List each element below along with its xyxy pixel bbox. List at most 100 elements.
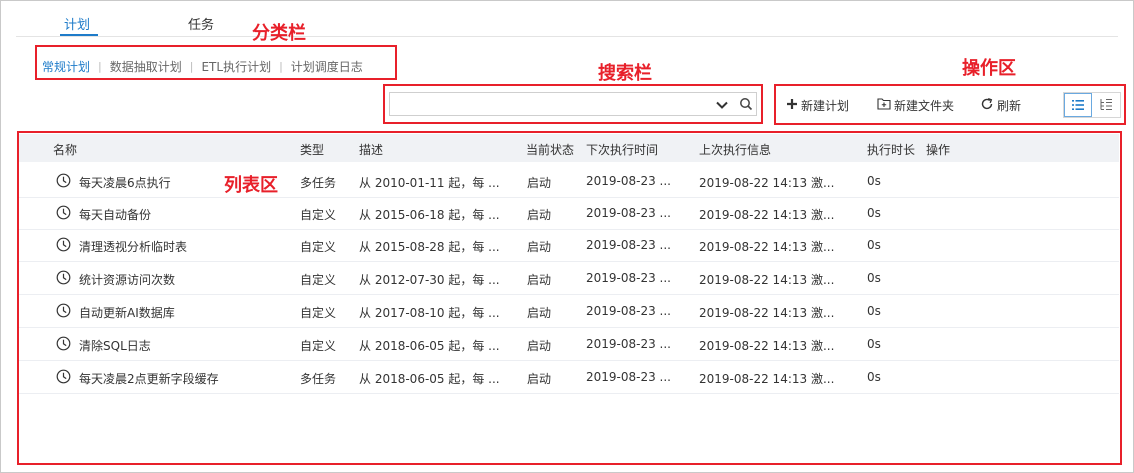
- column-header-description[interactable]: 描述: [359, 141, 383, 158]
- column-header-duration[interactable]: 执行时长: [867, 141, 915, 158]
- new-plan-button[interactable]: 新建计划: [786, 97, 849, 114]
- tree-view-button[interactable]: [1092, 93, 1120, 117]
- column-header-last-run[interactable]: 上次执行信息: [699, 141, 771, 158]
- clock-icon: [56, 205, 71, 223]
- plan-name[interactable]: 自动更新AI数据库: [79, 304, 289, 321]
- plan-duration: 0s: [867, 304, 881, 318]
- category-schedule-log[interactable]: 计划调度日志: [291, 58, 363, 75]
- tab-task[interactable]: 任务: [188, 14, 214, 33]
- clock-icon: [56, 303, 71, 321]
- clock-icon: [56, 336, 71, 354]
- tab-plan[interactable]: 计划: [64, 14, 90, 33]
- plan-name[interactable]: 每天凌晨6点执行: [79, 174, 289, 191]
- plan-last-run: 2019-08-22 14:13 激...: [699, 339, 835, 353]
- plan-type: 自定义: [300, 240, 337, 254]
- plan-last-run: 2019-08-22 14:13 激...: [699, 273, 835, 287]
- clock-icon: [56, 369, 71, 387]
- refresh-label: 刷新: [997, 98, 1022, 113]
- table-row[interactable]: 每天自动备份 自定义 从 2015-06-18 起，每 ... 启动 2019-…: [19, 197, 1119, 230]
- plan-status: 启动: [527, 273, 552, 287]
- plan-name[interactable]: 每天自动备份: [79, 206, 289, 223]
- list-view-button[interactable]: [1064, 93, 1092, 117]
- action-toolbar: 新建计划 新建文件夹 刷新: [786, 92, 1045, 118]
- plan-duration: 0s: [867, 337, 881, 351]
- new-plan-label: 新建计划: [801, 98, 850, 113]
- separator: |: [279, 60, 283, 73]
- view-toggle: [1063, 92, 1121, 118]
- plan-description: 从 2018-06-05 起，每 ...: [359, 339, 500, 353]
- plan-name[interactable]: 每天凌晨2点更新字段缓存: [79, 370, 289, 387]
- plan-duration: 0s: [867, 206, 881, 220]
- tabs-divider: [16, 36, 1118, 37]
- plan-description: 从 2015-08-28 起，每 ...: [359, 240, 500, 254]
- search-box: [389, 92, 757, 116]
- search-icon[interactable]: [739, 96, 753, 115]
- folder-plus-icon: [877, 97, 894, 113]
- table-row[interactable]: 统计资源访问次数 自定义 从 2012-07-30 起，每 ... 启动 201…: [19, 262, 1119, 295]
- table-row[interactable]: 清除SQL日志 自定义 从 2018-06-05 起，每 ... 启动 2019…: [19, 328, 1119, 361]
- category-data-extraction-plan[interactable]: 数据抽取计划: [110, 58, 182, 75]
- column-header-type[interactable]: 类型: [300, 141, 324, 158]
- refresh-icon: [980, 97, 997, 114]
- plan-last-run: 2019-08-22 14:13 激...: [699, 240, 835, 254]
- plus-icon: [786, 98, 801, 113]
- plan-next-run: 2019-08-23 ...: [586, 304, 671, 318]
- plan-type: 自定义: [300, 273, 337, 287]
- refresh-button[interactable]: 刷新: [980, 97, 1021, 114]
- column-header-next-run[interactable]: 下次执行时间: [586, 141, 658, 158]
- new-folder-label: 新建文件夹: [894, 98, 955, 113]
- table-row[interactable]: 清理透视分析临时表 自定义 从 2015-08-28 起，每 ... 启动 20…: [19, 229, 1119, 262]
- plan-type: 多任务: [300, 176, 337, 190]
- column-header-name[interactable]: 名称: [53, 141, 77, 158]
- plan-status: 启动: [527, 240, 552, 254]
- separator: |: [189, 60, 194, 73]
- plan-duration: 0s: [867, 271, 881, 285]
- column-header-status[interactable]: 当前状态: [526, 141, 574, 158]
- plan-next-run: 2019-08-23 ...: [586, 271, 671, 285]
- plan-name[interactable]: 统计资源访问次数: [79, 271, 289, 288]
- plan-type: 自定义: [300, 208, 337, 222]
- clock-icon: [56, 270, 71, 288]
- plan-next-run: 2019-08-23 ...: [586, 174, 671, 188]
- plan-duration: 0s: [867, 370, 881, 384]
- category-etl-plan[interactable]: ETL执行计划: [201, 58, 271, 75]
- separator: |: [98, 60, 102, 73]
- table-row[interactable]: 每天凌晨6点执行 多任务 从 2010-01-11 起，每 ... 启动 201…: [19, 165, 1119, 198]
- plan-description: 从 2010-01-11 起，每 ...: [359, 176, 500, 190]
- clock-icon: [56, 173, 71, 191]
- category-regular-plan[interactable]: 常规计划: [42, 58, 90, 75]
- plan-last-run: 2019-08-22 14:13 激...: [699, 306, 835, 320]
- search-input[interactable]: [396, 94, 720, 116]
- plan-next-run: 2019-08-23 ...: [586, 238, 671, 252]
- plan-description: 从 2015-06-18 起，每 ...: [359, 208, 500, 222]
- plan-name[interactable]: 清理透视分析临时表: [79, 238, 289, 255]
- plan-duration: 0s: [867, 238, 881, 252]
- category-bar: 常规计划 | 数据抽取计划 | ETL执行计划 | 计划调度日志: [42, 58, 363, 75]
- plan-status: 启动: [527, 306, 552, 320]
- plan-type: 多任务: [300, 372, 337, 386]
- table-header: 名称 类型 描述 当前状态 下次执行时间 上次执行信息 执行时长 操作: [19, 134, 1119, 162]
- plan-status: 启动: [527, 372, 552, 386]
- plan-description: 从 2018-06-05 起，每 ...: [359, 372, 500, 386]
- plan-name[interactable]: 清除SQL日志: [79, 337, 289, 354]
- plan-next-run: 2019-08-23 ...: [586, 370, 671, 384]
- plan-next-run: 2019-08-23 ...: [586, 337, 671, 351]
- chevron-down-icon[interactable]: [715, 97, 729, 116]
- table-row[interactable]: 自动更新AI数据库 自定义 从 2017-08-10 起，每 ... 启动 20…: [19, 295, 1119, 328]
- plan-last-run: 2019-08-22 14:13 激...: [699, 208, 835, 222]
- table-row[interactable]: 每天凌晨2点更新字段缓存 多任务 从 2018-06-05 起，每 ... 启动…: [19, 361, 1119, 394]
- plan-description: 从 2017-08-10 起，每 ...: [359, 306, 500, 320]
- plan-status: 启动: [527, 339, 552, 353]
- column-header-actions: 操作: [926, 143, 951, 157]
- plan-next-run: 2019-08-23 ...: [586, 206, 671, 220]
- plan-type: 自定义: [300, 339, 337, 353]
- new-folder-button[interactable]: 新建文件夹: [877, 97, 954, 114]
- plan-last-run: 2019-08-22 14:13 激...: [699, 372, 835, 386]
- plan-status: 启动: [527, 208, 552, 222]
- annotation-category-bar: 分类栏: [252, 23, 306, 44]
- plan-last-run: 2019-08-22 14:13 激...: [699, 176, 835, 190]
- tree-view-icon: [1099, 96, 1113, 115]
- list-view-icon: [1071, 96, 1085, 115]
- clock-icon: [56, 237, 71, 255]
- plan-duration: 0s: [867, 174, 881, 188]
